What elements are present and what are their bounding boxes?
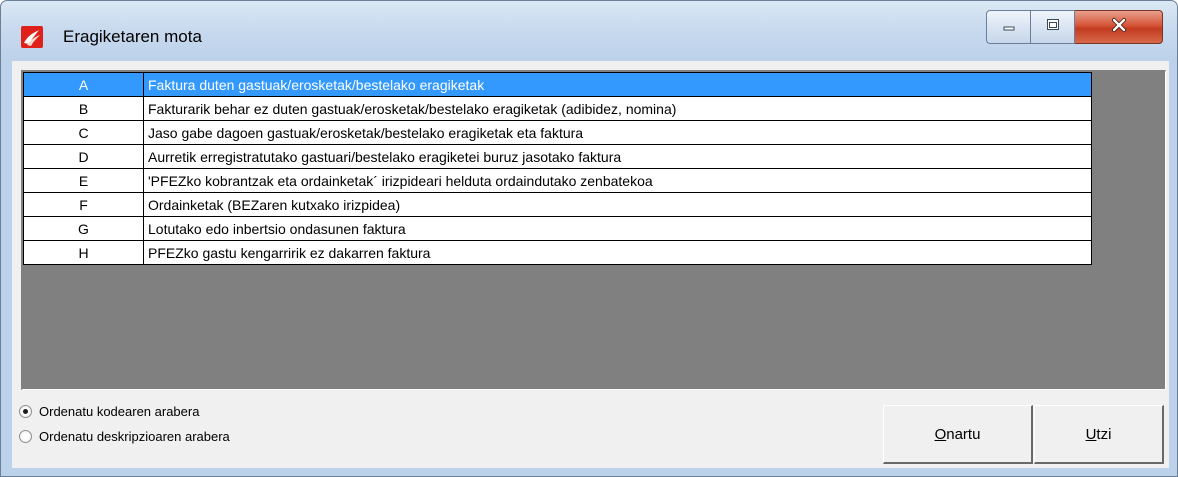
list-item[interactable]: F Ordainketak (BEZaren kutxako irizpidea) xyxy=(23,192,1092,217)
ok-button-label: nartu xyxy=(946,425,981,443)
list-item-code[interactable]: E xyxy=(23,168,144,193)
list-item-code[interactable]: B xyxy=(23,96,144,121)
sort-by-code-radio[interactable] xyxy=(19,405,32,418)
list-item-code[interactable]: D xyxy=(23,144,144,169)
minimize-button[interactable] xyxy=(986,10,1031,44)
sort-by-description-option[interactable]: Ordenatu deskripzioaren arabera xyxy=(19,429,230,444)
app-icon[interactable] xyxy=(21,26,43,48)
list-item-code[interactable]: H xyxy=(23,240,144,265)
list-item[interactable]: B Fakturarik behar ez duten gastuak/erosk… xyxy=(23,96,1092,121)
close-button[interactable] xyxy=(1075,10,1163,44)
ok-button-mnemonic: O xyxy=(934,425,947,443)
sort-by-description-label[interactable]: Ordenatu deskripzioaren arabera xyxy=(39,429,230,444)
ok-button[interactable]: Onartu xyxy=(883,405,1033,464)
list-item-description[interactable]: Aurretik erregistratutako gastuari/beste… xyxy=(143,144,1092,169)
list-item[interactable]: C Jaso gabe dagoen gastuak/erosketak/best… xyxy=(23,120,1092,145)
radio-dot xyxy=(23,409,28,414)
maximize-button[interactable] xyxy=(1031,10,1075,44)
list-item[interactable]: A Faktura duten gastuak/erosketak/bestela… xyxy=(23,72,1092,97)
operation-type-table: A Faktura duten gastuak/erosketak/bestela… xyxy=(23,72,1092,265)
list-item-description[interactable]: Jaso gabe dagoen gastuak/erosketak/beste… xyxy=(143,120,1092,145)
close-icon xyxy=(1110,17,1128,38)
list-item-code[interactable]: F xyxy=(23,192,144,217)
cancel-button-mnemonic: U xyxy=(1085,425,1097,443)
list-item-code[interactable]: G xyxy=(23,216,144,241)
sort-by-code-option[interactable]: Ordenatu kodearen arabera xyxy=(19,404,199,419)
dialog-body: A Faktura duten gastuak/erosketak/bestela… xyxy=(12,61,1169,468)
list-item-description[interactable]: Fakturarik behar ez duten gastuak/eroske… xyxy=(143,96,1092,121)
list-item-description[interactable]: Ordainketak (BEZaren kutxako irizpidea) xyxy=(143,192,1092,217)
operation-type-list[interactable]: A Faktura duten gastuak/erosketak/bestela… xyxy=(21,70,1166,390)
cancel-button[interactable]: Utzi xyxy=(1034,405,1164,464)
cancel-button-label: tzi xyxy=(1096,425,1112,443)
dialog-window: Eragiketaren mota A Faktura duten gastuak… xyxy=(0,0,1178,477)
title-bar[interactable]: Eragiketaren mota xyxy=(1,1,1177,61)
list-item[interactable]: H PFEZko gastu kengarririk ez dakarren fa… xyxy=(23,240,1092,265)
list-item[interactable]: D Aurretik erregistratutako gastuari/best… xyxy=(23,144,1092,169)
list-item-description[interactable]: Faktura duten gastuak/erosketak/bestelak… xyxy=(143,72,1092,97)
maximize-icon xyxy=(1045,17,1061,38)
list-item[interactable]: E 'PFEZko kobrantzak eta ordainketak´ iri… xyxy=(23,168,1092,193)
window-title: Eragiketaren mota xyxy=(63,27,202,46)
minimize-icon xyxy=(1001,17,1017,38)
list-item-description[interactable]: PFEZko gastu kengarririk ez dakarren fak… xyxy=(143,240,1092,265)
list-item-code[interactable]: A xyxy=(23,72,144,97)
sort-by-code-label[interactable]: Ordenatu kodearen arabera xyxy=(39,404,199,419)
list-item-description[interactable]: Lotutako edo inbertsio ondasunen faktura xyxy=(143,216,1092,241)
sort-by-description-radio[interactable] xyxy=(19,430,32,443)
list-item[interactable]: G Lotutako edo inbertsio ondasunen faktur… xyxy=(23,216,1092,241)
list-item-code[interactable]: C xyxy=(23,120,144,145)
list-item-description[interactable]: 'PFEZko kobrantzak eta ordainketak´ iriz… xyxy=(143,168,1092,193)
